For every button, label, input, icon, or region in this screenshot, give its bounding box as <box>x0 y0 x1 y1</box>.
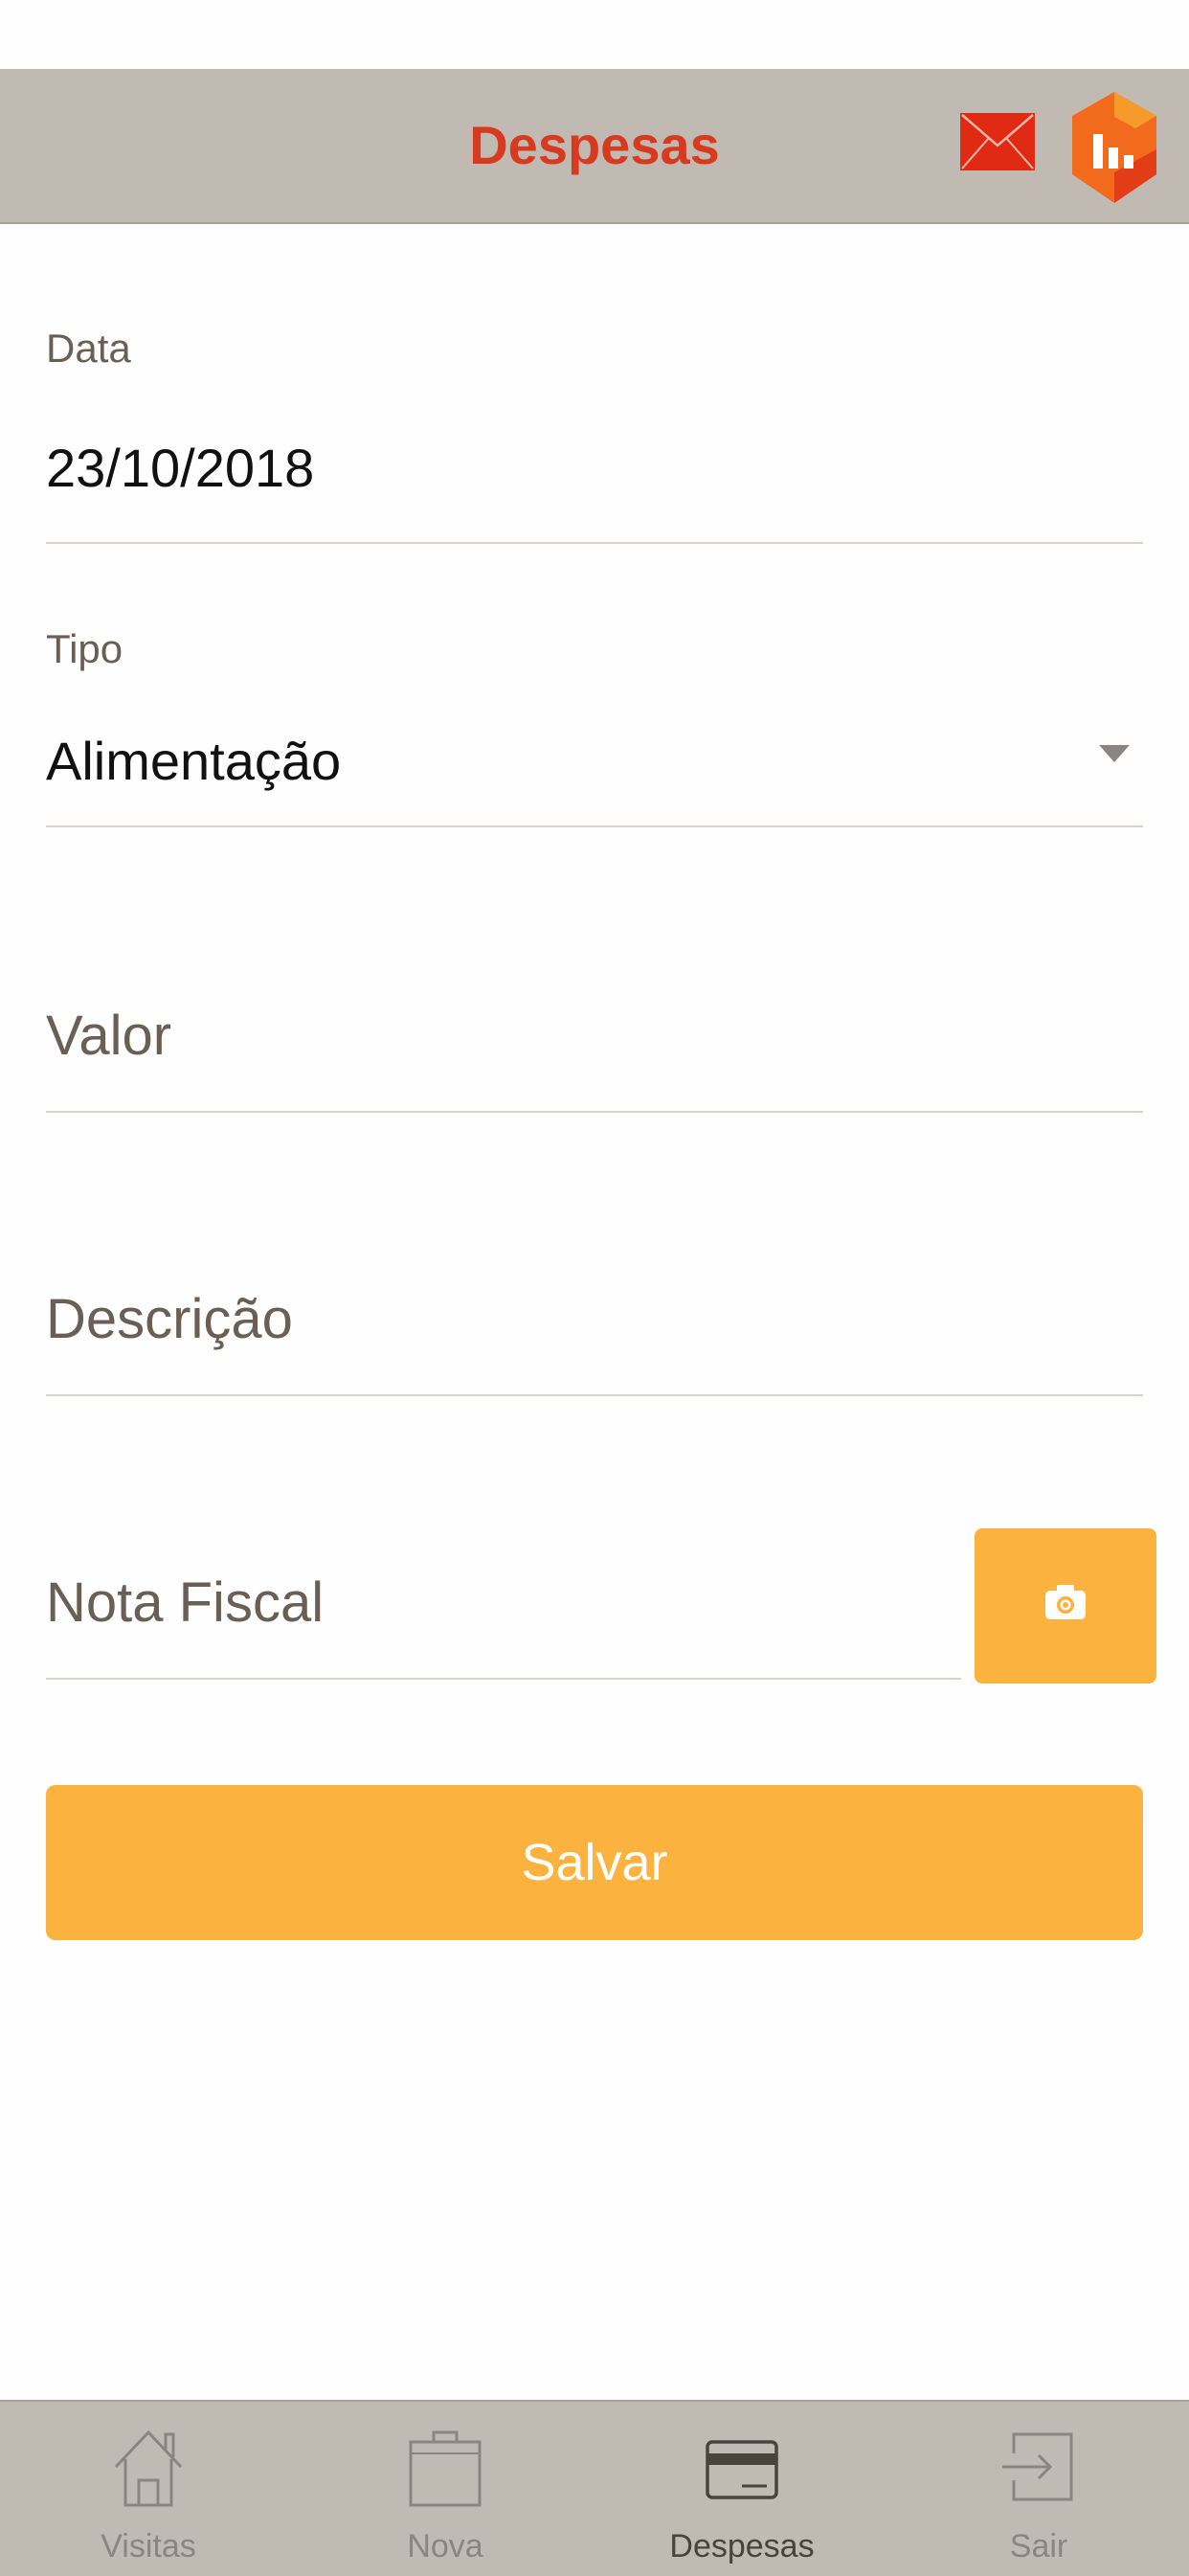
house-icon <box>114 2429 183 2507</box>
tab-nova[interactable]: Nova <box>297 2402 594 2576</box>
valor-input[interactable]: Valor <box>46 1004 171 1068</box>
tab-label: Despesas <box>669 2528 815 2565</box>
tab-bar: Visitas Nova Despesas Sair <box>0 2400 1189 2576</box>
descricao-underline <box>46 1394 1143 1396</box>
tab-sair[interactable]: Sair <box>890 2402 1187 2576</box>
camera-button[interactable] <box>975 1528 1156 1683</box>
tab-visitas[interactable]: Visitas <box>0 2402 297 2576</box>
data-input[interactable]: 23/10/2018 <box>46 437 314 499</box>
app-logo-icon <box>1072 92 1156 203</box>
data-label: Data <box>46 326 131 371</box>
tab-label: Visitas <box>101 2528 196 2565</box>
nota-fiscal-underline <box>46 1678 961 1680</box>
descricao-input[interactable]: Descrição <box>46 1287 293 1351</box>
tipo-select[interactable]: Alimentação <box>46 730 341 792</box>
tab-label: Sair <box>1009 2528 1068 2565</box>
envelope-icon[interactable] <box>960 113 1035 170</box>
data-underline <box>46 542 1143 544</box>
camera-icon <box>1045 1585 1086 1619</box>
nota-fiscal-input[interactable]: Nota Fiscal <box>46 1570 324 1635</box>
tipo-underline <box>46 825 1143 827</box>
chevron-down-icon[interactable] <box>1099 745 1130 762</box>
save-button[interactable]: Salvar <box>46 1785 1143 1940</box>
logout-icon <box>1002 2432 1073 2501</box>
header-bar: Despesas <box>0 69 1189 224</box>
tipo-label: Tipo <box>46 626 123 671</box>
valor-underline <box>46 1111 1143 1113</box>
tab-label: Nova <box>407 2528 483 2565</box>
tab-despesas[interactable]: Despesas <box>594 2402 890 2576</box>
credit-card-icon <box>706 2440 778 2499</box>
briefcase-icon <box>409 2430 482 2507</box>
